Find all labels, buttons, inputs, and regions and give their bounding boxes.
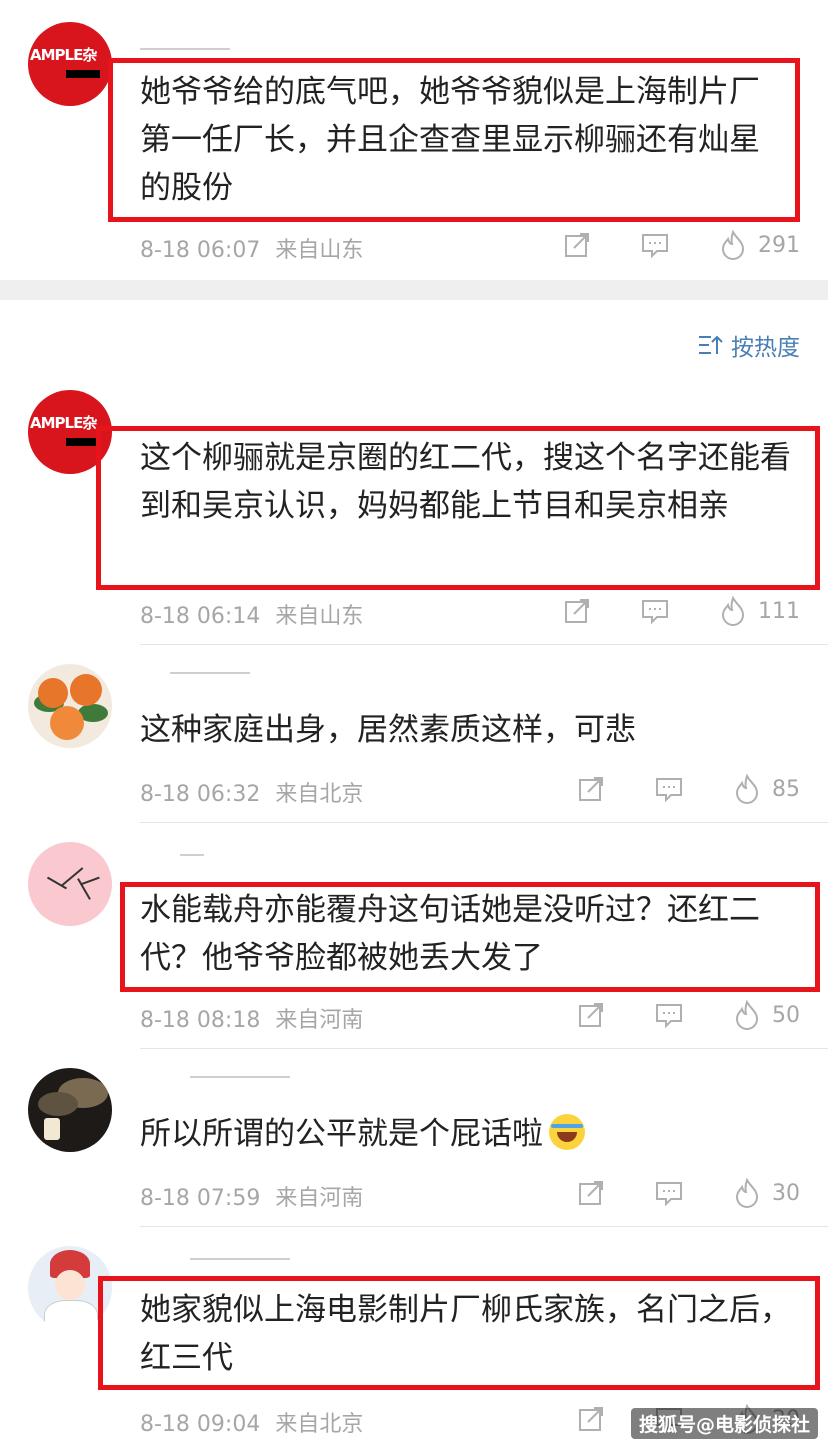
comment-text: 所以所谓的公平就是个屁话啦 [140,1110,800,1158]
comment-date: 8-18 07:59 [140,1186,261,1211]
comment-icon[interactable] [654,1178,684,1208]
username-placeholder[interactable] [170,672,250,674]
comment-date: 8-18 09:04 [140,1412,261,1437]
divider [140,644,828,645]
laugh-cry-emoji-icon [549,1113,585,1150]
comment-actions: 111 [562,596,800,626]
avatar[interactable]: AMPLE杂 [28,22,112,106]
username-placeholder[interactable] [180,854,204,856]
like-count: 291 [758,232,800,258]
comment-meta: 8-18 06:32 来自北京 [140,776,363,808]
like-count: 50 [772,1002,800,1028]
comment-location: 来自北京 [275,782,364,807]
comment-text: 她家貌似上海电影制片厂柳氏家族，名门之后，红三代 [140,1292,791,1376]
comment-actions: 50 [576,1000,800,1030]
comment-text: 水能载舟亦能覆舟这句话她是没听过？还红二代？他爷爷脸都被她丢大发了 [140,892,760,976]
comment-text: 她爷爷给的底气吧，她爷爷貌似是上海制片厂第一任厂长，并且企查查里显示柳骊还有灿星… [140,74,760,206]
like-count: 30 [772,1180,800,1206]
share-icon[interactable] [576,1000,606,1030]
avatar[interactable] [28,664,112,748]
comment-actions: 291 [562,230,800,260]
comment-meta: 8-18 09:04 来自北京 [140,1406,363,1438]
comment-meta: 8-18 06:14 来自山东 [140,598,363,630]
share-icon[interactable] [562,596,592,626]
comment-meta: 8-18 06:07 来自山东 [140,232,363,264]
like-flame-icon[interactable] [718,230,748,260]
watermark: 搜狐号@电影侦探社 [630,1408,818,1439]
comment-meta: 8-18 07:59 来自河南 [140,1180,363,1212]
like-count: 85 [772,776,800,802]
like-flame-icon[interactable] [732,1178,762,1208]
comment-actions: 30 [576,1178,800,1208]
like-flame-icon[interactable] [732,774,762,804]
like-count: 111 [758,598,800,624]
share-icon[interactable] [576,1404,606,1434]
comment-location: 来自河南 [275,1186,364,1211]
comment-icon[interactable] [640,230,670,260]
comment-date: 8-18 06:32 [140,782,261,807]
comment-location: 来自河南 [275,1008,364,1033]
like-flame-icon[interactable] [718,596,748,626]
sort-by-hot-button[interactable]: 按热度 [697,328,800,362]
comment-actions: 85 [576,774,800,804]
divider [140,822,828,823]
comment-text-content: 所以所谓的公平就是个屁话啦 [140,1116,543,1152]
comment-date: 8-18 06:14 [140,604,261,629]
divider [140,1048,828,1049]
comment-location: 来自北京 [275,1412,364,1437]
avatar[interactable] [28,1068,112,1152]
comment-location: 来自山东 [275,604,364,629]
avatar-logo-text: AMPLE杂 [30,46,97,64]
share-icon[interactable] [576,1178,606,1208]
username-placeholder[interactable] [140,48,230,50]
username-placeholder[interactable] [190,1076,290,1078]
comment-date: 8-18 08:18 [140,1008,261,1033]
username-placeholder[interactable] [190,1258,290,1260]
avatar-logo-text: AMPLE杂 [30,414,97,432]
comment-icon[interactable] [654,774,684,804]
comment-meta: 8-18 08:18 来自河南 [140,1002,363,1034]
share-icon[interactable] [576,774,606,804]
comment-text: 这个柳骊就是京圈的红二代，搜这个名字还能看到和吴京认识，妈妈都能上节目和吴京相亲 [140,440,791,524]
comment-location: 来自山东 [275,238,364,263]
comment-date: 8-18 06:07 [140,238,261,263]
section-gap [0,280,828,300]
comment-icon[interactable] [654,1000,684,1030]
sort-label: 按热度 [731,335,800,361]
like-flame-icon[interactable] [732,1000,762,1030]
comment-text: 这种家庭出身，居然素质这样，可悲 [140,712,636,748]
sort-icon [699,335,723,354]
avatar[interactable] [28,842,112,926]
divider [140,1226,828,1227]
share-icon[interactable] [562,230,592,260]
comment-icon[interactable] [640,596,670,626]
